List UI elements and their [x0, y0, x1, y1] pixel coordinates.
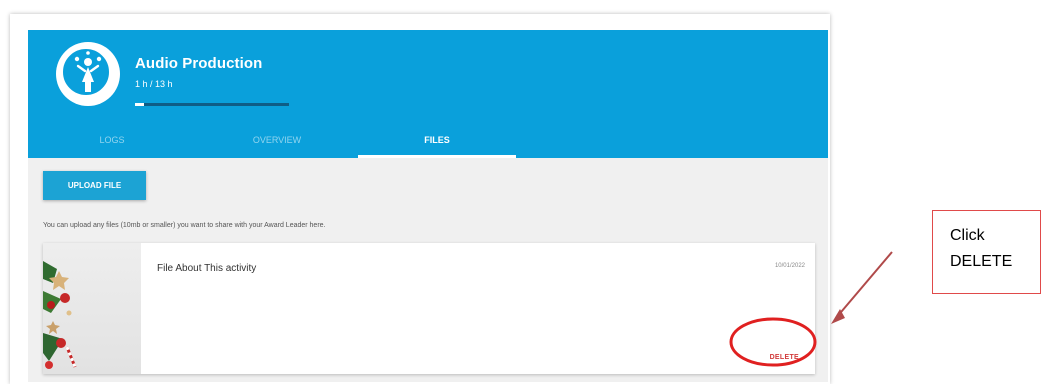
person-juggling-icon: [74, 51, 102, 92]
activity-avatar: [56, 42, 120, 106]
upload-file-button[interactable]: UPLOAD FILE: [43, 171, 146, 200]
activity-panel: Audio Production 1 h / 13 h LOGS OVERVIE…: [10, 14, 830, 384]
activity-content: Audio Production 1 h / 13 h LOGS OVERVIE…: [28, 30, 828, 382]
hours-progress-fill: [135, 103, 145, 106]
tab-overview[interactable]: OVERVIEW: [196, 126, 358, 158]
callout-line-2: DELETE: [950, 253, 1013, 270]
activity-title: Audio Production: [135, 55, 263, 72]
activity-tabs: LOGS OVERVIEW FILES: [28, 126, 828, 158]
tab-logs[interactable]: LOGS: [28, 126, 196, 158]
activity-header: Audio Production 1 h / 13 h LOGS OVERVIE…: [28, 30, 828, 158]
christmas-decoration-image: [43, 261, 77, 369]
annotation-arrow-line: [835, 251, 893, 319]
annotation-arrow-head: [831, 309, 845, 324]
upload-hint: You can upload any files (10mb or smalle…: [43, 222, 326, 229]
file-card: File About This activity 10/01/2022 DELE…: [43, 243, 815, 374]
tab-files[interactable]: FILES: [358, 126, 516, 158]
hours-progress-bar: [135, 103, 289, 106]
delete-button[interactable]: DELETE: [770, 354, 799, 361]
file-thumbnail: [43, 243, 141, 374]
file-date: 10/01/2022: [774, 263, 805, 269]
file-name[interactable]: File About This activity: [157, 263, 256, 274]
activity-hours: 1 h / 13 h: [135, 79, 173, 89]
annotation-callout: Click DELETE: [932, 210, 1041, 294]
callout-line-1: Click: [950, 227, 985, 244]
